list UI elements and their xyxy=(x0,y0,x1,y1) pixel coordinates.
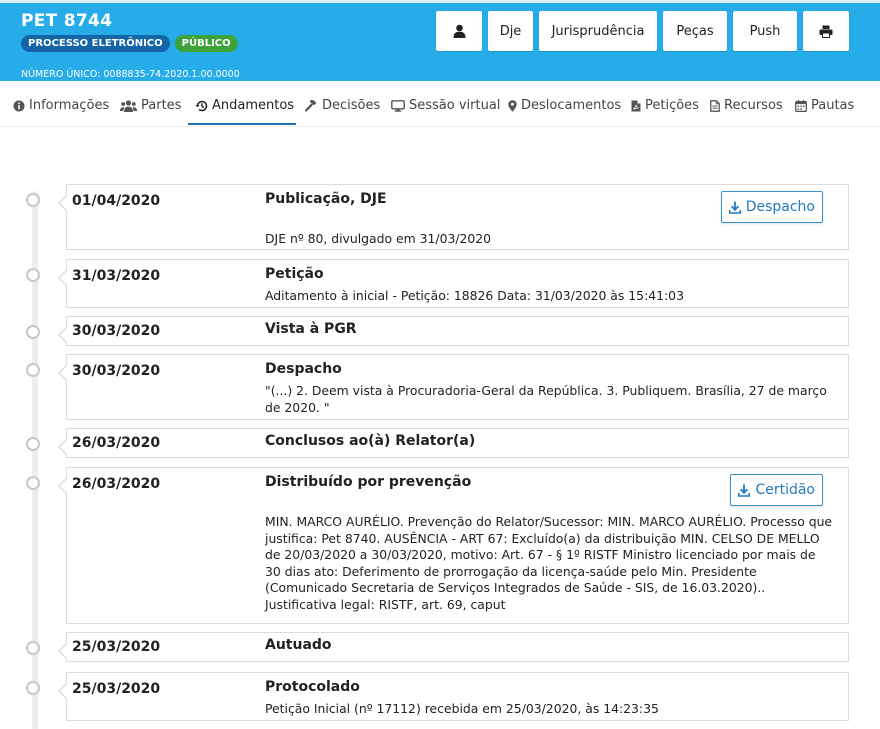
header-toolbar: Dje Jurisprudência Peças Push xyxy=(436,11,849,51)
tab-label: Petições xyxy=(645,98,699,113)
tab-label: Decisões xyxy=(322,98,381,113)
pecas-button[interactable]: Peças xyxy=(663,11,727,51)
process-badges: PROCESSO ELETRÔNICO PÚBLICO xyxy=(21,35,238,52)
badge-processo-eletronico: PROCESSO ELETRÔNICO xyxy=(21,35,170,52)
event-description: Aditamento à inicial - Petição: 18826 Da… xyxy=(265,288,684,303)
download-button-label: Despacho xyxy=(745,199,815,215)
calendar-icon xyxy=(795,99,807,112)
event-date: 26/03/2020 xyxy=(72,476,161,492)
timeline-dot xyxy=(26,641,40,655)
numero-unico: NÚMERO ÚNICO: 0088835-74.2020.1.00.0000 xyxy=(21,69,240,80)
download-certidao-button[interactable]: Certidão xyxy=(730,474,823,506)
push-button[interactable]: Push xyxy=(733,11,797,51)
timeline-dot xyxy=(26,268,40,282)
event-card: 26/03/2020 Conclusos ao(à) Relator(a) xyxy=(58,428,849,458)
user-icon xyxy=(453,24,465,38)
event-card: 01/04/2020 Publicação, DJE DJE nº 80, di… xyxy=(58,184,849,250)
event-card: 26/03/2020 Distribuído por prevenção MIN… xyxy=(58,467,849,624)
download-despacho-button[interactable]: Despacho xyxy=(720,191,823,223)
active-tab-indicator xyxy=(188,123,296,125)
tab-label: Partes xyxy=(141,98,182,113)
event-title: Vista à PGR xyxy=(265,321,357,337)
event-title: Despacho xyxy=(265,361,342,377)
tab-informacoes[interactable]: Informações xyxy=(13,98,109,113)
timeline-dot xyxy=(26,476,40,490)
event-title: Autuado xyxy=(265,637,332,653)
timeline-dot xyxy=(26,325,40,339)
tab-label: Sessão virtual xyxy=(409,98,501,113)
download-button-label: Certidão xyxy=(755,482,815,498)
history-icon xyxy=(195,100,208,111)
event-date: 30/03/2020 xyxy=(72,363,161,379)
event-date: 26/03/2020 xyxy=(72,435,161,451)
tab-peticoes[interactable]: Petições xyxy=(631,98,699,113)
jurisprudencia-button[interactable]: Jurisprudência xyxy=(539,11,657,51)
tab-label: Recursos xyxy=(724,98,783,113)
timeline-dot xyxy=(26,193,40,207)
tab-label: Andamentos xyxy=(212,98,295,113)
print-icon xyxy=(819,25,833,38)
timeline-dot xyxy=(26,437,40,451)
badge-publico: PÚBLICO xyxy=(174,35,238,52)
event-date: 30/03/2020 xyxy=(72,323,161,339)
event-card: 30/03/2020 Despacho "(...) 2. Deem vista… xyxy=(58,354,849,420)
tab-sessao-virtual[interactable]: Sessão virtual xyxy=(391,98,500,113)
event-card: 30/03/2020 Vista à PGR xyxy=(58,316,849,346)
tab-pautas[interactable]: Pautas xyxy=(795,98,854,113)
dje-button[interactable]: Dje xyxy=(488,11,533,51)
event-card: 25/03/2020 Autuado xyxy=(58,632,849,662)
timeline-dot xyxy=(26,681,40,695)
event-description: DJE nº 80, divulgado em 31/03/2020 xyxy=(265,231,492,246)
tab-deslocamentos[interactable]: Deslocamentos xyxy=(508,98,621,113)
tab-label: Deslocamentos xyxy=(521,98,622,113)
tab-label: Pautas xyxy=(811,98,855,113)
event-title: Conclusos ao(à) Relator(a) xyxy=(265,433,476,449)
gavel-icon xyxy=(305,99,317,112)
tab-label: Informações xyxy=(29,98,110,113)
event-description: "(...) 2. Deem vista à Procuradoria-Gera… xyxy=(265,383,827,415)
event-date: 25/03/2020 xyxy=(72,681,161,697)
event-card: 25/03/2020 Protocolado Petição Inicial (… xyxy=(58,672,849,721)
file-icon xyxy=(710,99,720,112)
print-button[interactable] xyxy=(803,11,849,51)
user-button[interactable] xyxy=(436,11,482,51)
tab-bar: Informações Partes Andamentos Decisões S… xyxy=(0,81,880,127)
tab-partes[interactable]: Partes xyxy=(120,98,181,113)
process-title: PET 8744 xyxy=(21,11,113,31)
info-icon xyxy=(13,100,25,111)
event-date: 25/03/2020 xyxy=(72,639,161,655)
tab-andamentos[interactable]: Andamentos xyxy=(195,98,294,113)
users-icon xyxy=(120,99,137,112)
process-header: PET 8744 PROCESSO ELETRÔNICO PÚBLICO NÚM… xyxy=(0,0,880,81)
event-date: 31/03/2020 xyxy=(72,268,161,284)
monitor-icon xyxy=(391,99,405,112)
timeline-dot xyxy=(26,363,40,377)
tab-decisoes[interactable]: Decisões xyxy=(305,98,380,113)
map-marker-icon xyxy=(508,99,517,112)
event-description: Petição Inicial (nº 17112) recebida em 2… xyxy=(265,701,659,716)
event-title: Protocolado xyxy=(265,679,360,695)
event-title: Distribuído por prevenção xyxy=(265,474,472,490)
event-description: MIN. MARCO AURÉLIO. Prevenção do Relator… xyxy=(265,514,833,612)
event-title: Publicação, DJE xyxy=(265,191,387,207)
pdf-file-icon xyxy=(631,100,641,111)
event-date: 01/04/2020 xyxy=(72,193,161,209)
tab-recursos[interactable]: Recursos xyxy=(710,98,783,113)
event-card: 31/03/2020 Petição Aditamento à inicial … xyxy=(58,259,849,308)
download-icon xyxy=(738,484,751,497)
download-icon xyxy=(728,201,741,214)
event-title: Petição xyxy=(265,266,324,282)
